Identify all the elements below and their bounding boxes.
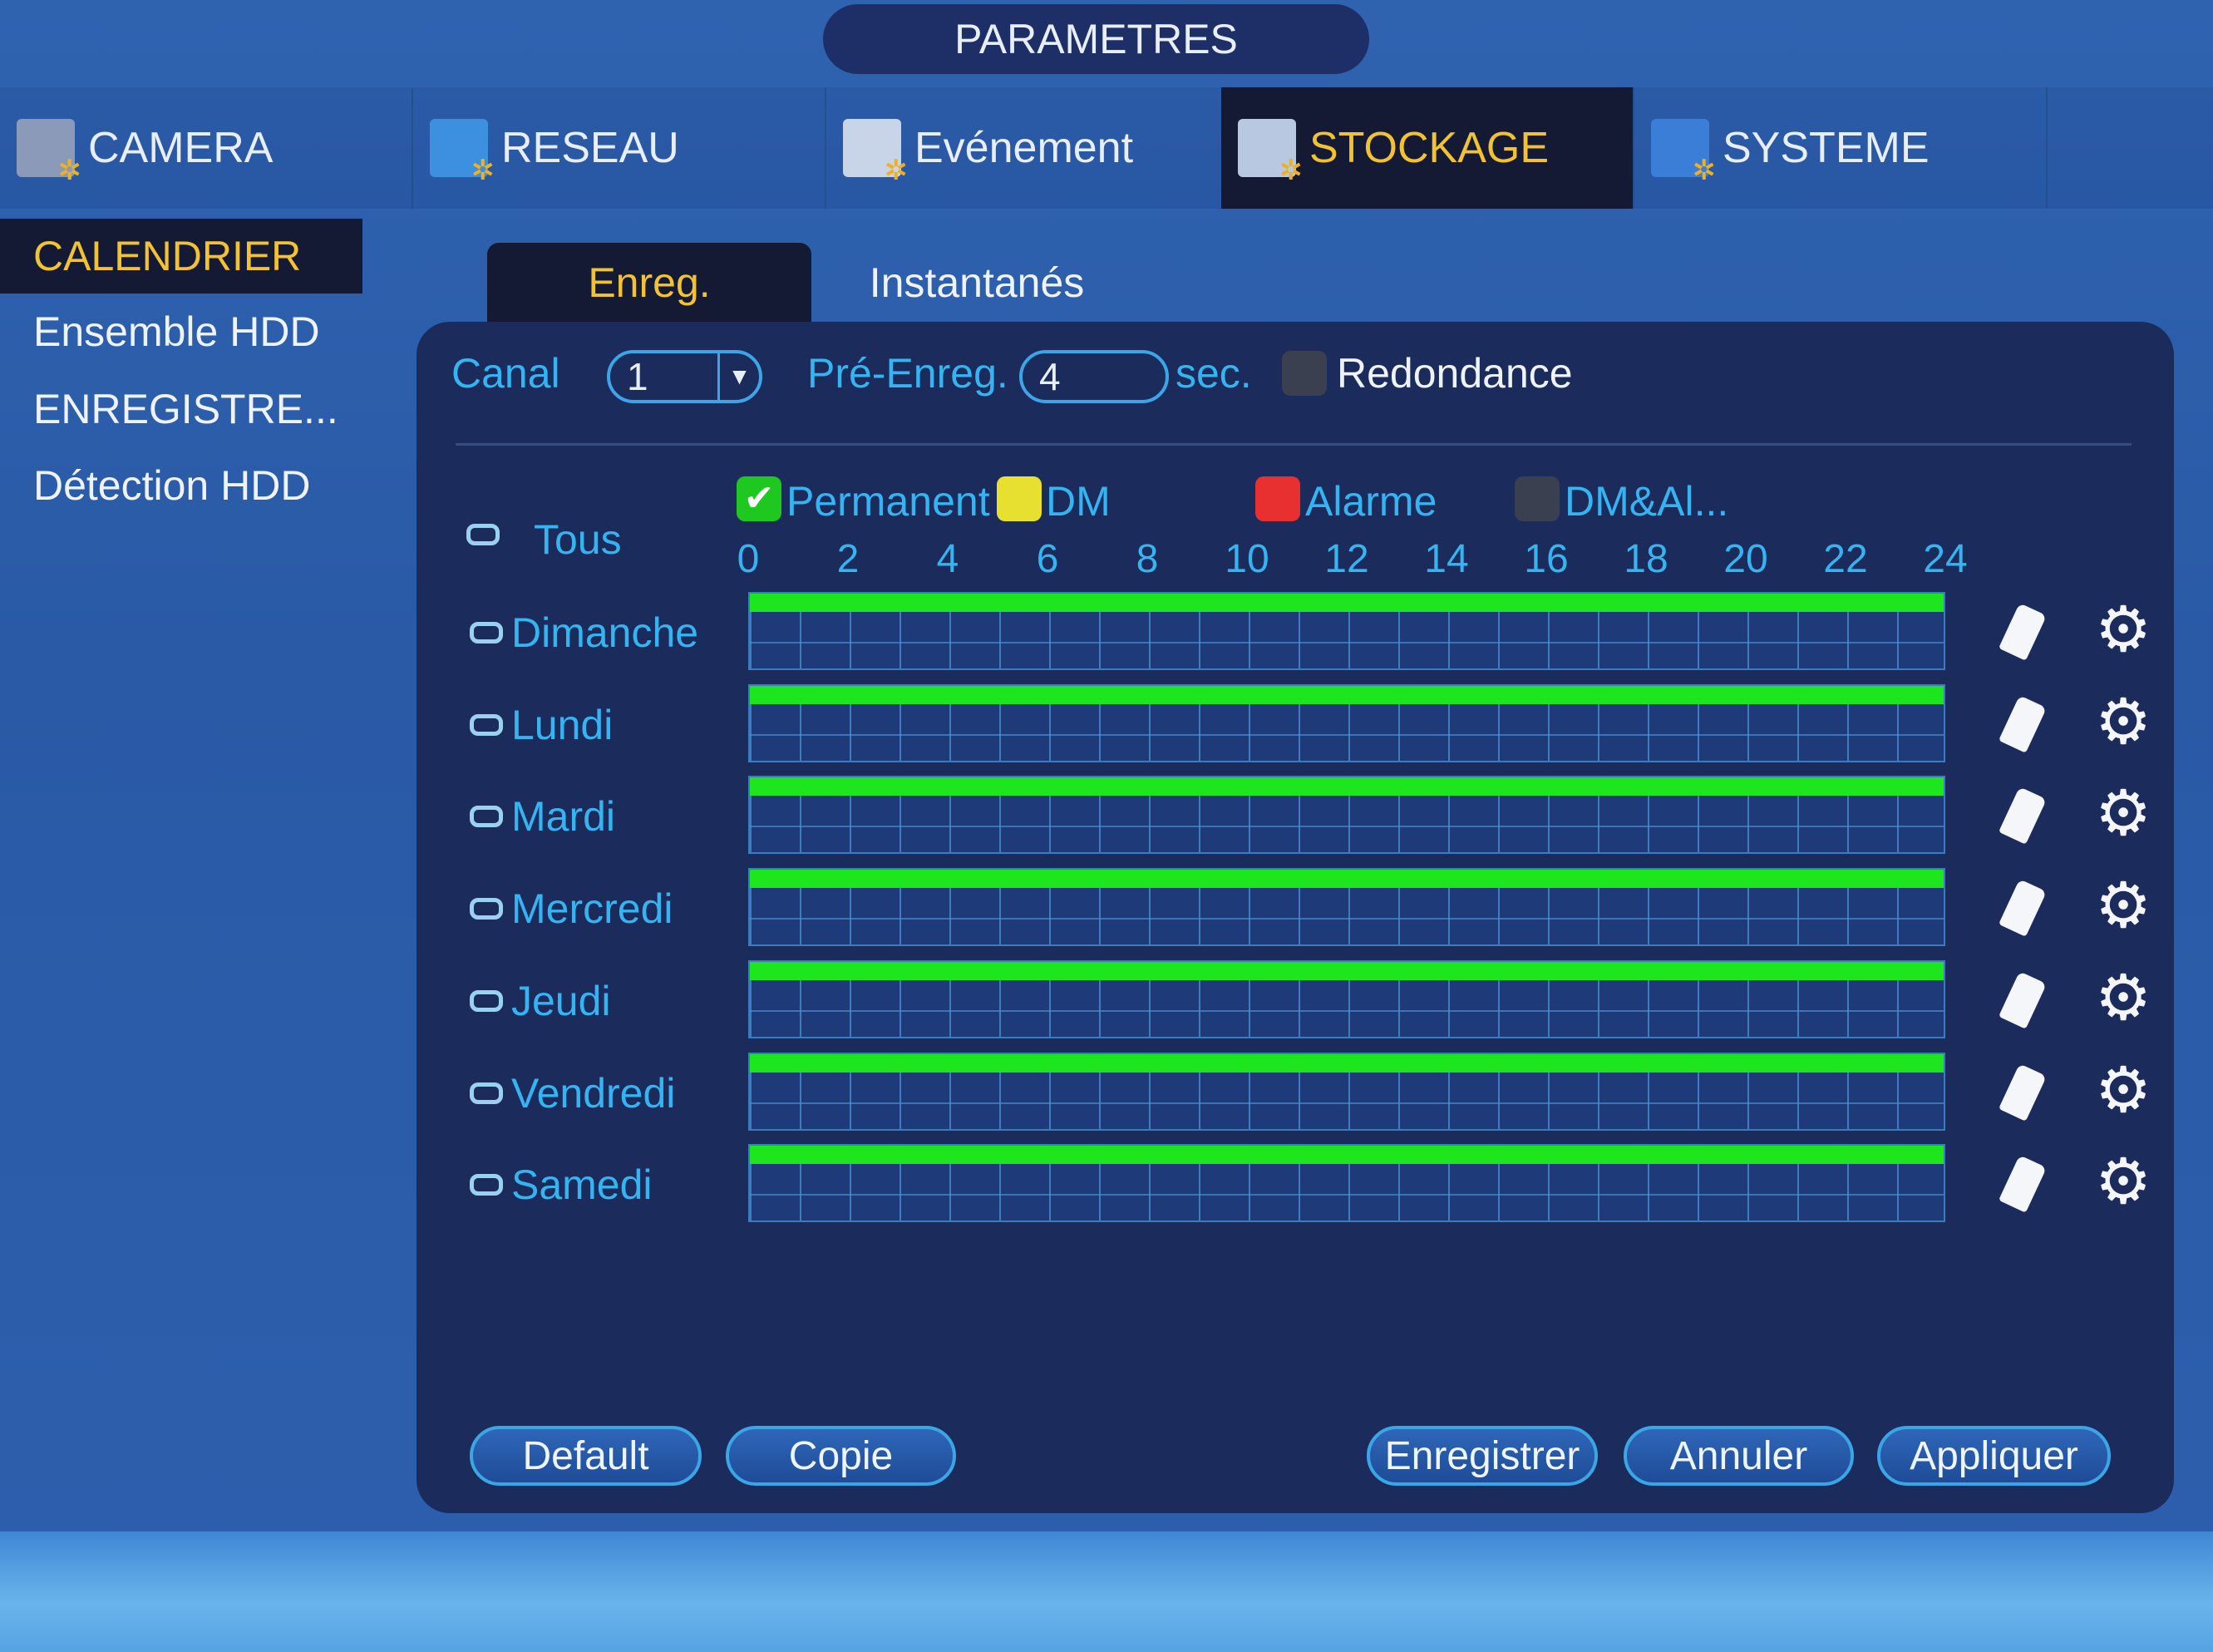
tab-label: SYSTEME [1723, 124, 1930, 172]
pre-enreg-label: Pré-Enreg. [807, 350, 1008, 397]
day-toggle[interactable] [470, 622, 503, 644]
select-all-toggle[interactable] [466, 524, 500, 545]
tab-label: CAMERA [88, 124, 274, 172]
network-icon [430, 119, 495, 187]
day-schedule-grid[interactable] [748, 1144, 1945, 1223]
hour-tick-label: 10 [1225, 537, 1269, 581]
schedule-segment[interactable] [750, 1053, 1944, 1073]
schedule-segment[interactable] [750, 961, 1944, 980]
canal-value: 1 [627, 355, 648, 398]
hour-tick-label: 8 [1136, 537, 1159, 581]
legend-alarme-label: Alarme [1305, 478, 1437, 525]
day-schedule-grid[interactable] [748, 683, 1945, 762]
day-schedule-grid[interactable] [748, 592, 1945, 670]
day-label: Mardi [511, 793, 616, 841]
copy-button[interactable]: Copie [726, 1426, 956, 1486]
hour-tick-label: 24 [1923, 537, 1968, 581]
schedule-segment[interactable] [750, 594, 1944, 612]
hour-tick-label: 2 [836, 537, 860, 581]
canal-label: Canal [451, 350, 560, 397]
event-icon [843, 119, 908, 187]
day-toggle[interactable] [470, 989, 503, 1012]
hour-tick-label: 18 [1624, 537, 1668, 581]
gear-icon[interactable]: ⚙ [2095, 1058, 2151, 1122]
sidebar-item-enregistrement[interactable]: ENREGISTRE... [0, 372, 362, 446]
tab-systeme[interactable]: SYSTEME [1634, 87, 2048, 209]
save-button[interactable]: Enregistrer [1367, 1426, 1598, 1486]
day-schedule-grid[interactable] [748, 868, 1945, 947]
bottom-bar [0, 1531, 2213, 1652]
pre-enreg-input[interactable]: 4 [1019, 350, 1169, 403]
legend-dm-alarme-label: DM&Al... [1565, 478, 1729, 525]
day-label: Samedi [511, 1161, 653, 1209]
day-label: Dimanche [511, 609, 699, 656]
hour-tick-label: 20 [1723, 537, 1768, 581]
default-button[interactable]: Default [470, 1426, 702, 1486]
system-icon [1651, 119, 1716, 187]
tab-evenement[interactable]: Evénement [826, 87, 1240, 209]
gear-icon[interactable]: ⚙ [2095, 875, 2151, 938]
subtab-enreg[interactable]: Enreg. [487, 243, 811, 322]
day-label: Mercredi [511, 885, 673, 933]
tab-camera[interactable]: CAMERA [0, 87, 413, 209]
gear-icon[interactable]: ⚙ [2095, 1151, 2151, 1214]
day-toggle[interactable] [470, 898, 503, 920]
day-toggle[interactable] [470, 713, 503, 736]
canal-select[interactable]: 1 ▼ [607, 350, 762, 403]
hour-tick-label: 22 [1823, 537, 1868, 581]
day-label: Jeudi [511, 977, 611, 1024]
page-title: PARAMETRES [823, 4, 1369, 74]
cancel-button[interactable]: Annuler [1624, 1426, 1854, 1486]
day-toggle[interactable] [470, 1082, 503, 1104]
schedule-segment[interactable] [750, 1146, 1944, 1165]
tab-label: STOCKAGE [1309, 124, 1550, 172]
legend-dm-checkbox[interactable] [997, 476, 1042, 521]
legend-permanent-label: Permanent [786, 478, 990, 525]
select-all-label: Tous [534, 516, 622, 563]
day-toggle[interactable] [470, 1174, 503, 1196]
hour-tick-label: 16 [1524, 537, 1569, 581]
day-schedule-grid[interactable] [748, 776, 1945, 855]
sidebar-item-detection-hdd[interactable]: Détection HDD [0, 448, 362, 523]
legend-dm-label: DM [1046, 478, 1111, 525]
subtab-instantanes[interactable]: Instantanés [840, 243, 1114, 322]
legend-permanent-checkbox[interactable]: ✔ [737, 476, 781, 521]
schedule-segment[interactable] [750, 870, 1944, 889]
hour-tick-label: 14 [1424, 537, 1469, 581]
storage-icon [1238, 119, 1303, 187]
chevron-down-icon: ▼ [717, 353, 759, 400]
sidebar-item-ensemble-hdd[interactable]: Ensemble HDD [0, 294, 362, 369]
tab-label: RESEAU [501, 124, 679, 172]
apply-button[interactable]: Appliquer [1877, 1426, 2111, 1486]
day-schedule-grid[interactable] [748, 959, 1945, 1038]
gear-icon[interactable]: ⚙ [2095, 966, 2151, 1030]
gear-icon[interactable]: ⚙ [2095, 690, 2151, 754]
legend-dm-alarme-checkbox[interactable] [1515, 476, 1560, 521]
gear-icon[interactable]: ⚙ [2095, 782, 2151, 846]
day-label: Lundi [511, 701, 614, 748]
hour-tick-label: 6 [1036, 537, 1059, 581]
day-toggle[interactable] [470, 806, 503, 828]
day-label: Vendredi [511, 1069, 676, 1117]
gear-icon[interactable]: ⚙ [2095, 599, 2151, 662]
main-tabs: CAMERA RESEAU Evénement STOCKAGE SYSTEME [0, 87, 2213, 209]
tab-reseau[interactable]: RESEAU [413, 87, 826, 209]
hour-tick-label: 0 [737, 537, 760, 581]
redondance-label: Redondance [1337, 350, 1573, 397]
legend-alarme-checkbox[interactable] [1255, 476, 1300, 521]
hour-tick-label: 12 [1324, 537, 1369, 581]
schedule-segment[interactable] [750, 685, 1944, 704]
camera-icon [17, 119, 81, 187]
redondance-checkbox[interactable] [1282, 351, 1327, 396]
hour-tick-label: 4 [936, 537, 959, 581]
tab-stockage[interactable]: STOCKAGE [1221, 87, 1634, 209]
schedule-segment[interactable] [750, 777, 1944, 796]
separator [456, 443, 2132, 446]
sec-label: sec. [1176, 350, 1252, 397]
sidebar-item-calendrier[interactable]: CALENDRIER [0, 219, 362, 293]
tab-label: Evénement [914, 124, 1134, 172]
day-schedule-grid[interactable] [748, 1052, 1945, 1131]
